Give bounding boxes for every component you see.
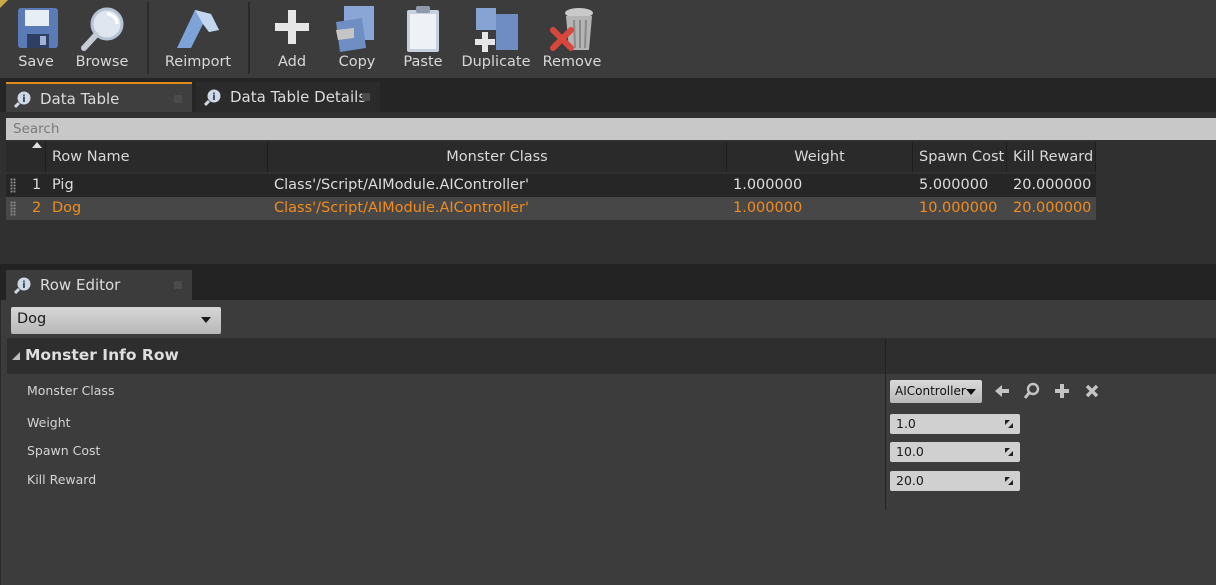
tab-data-table-details[interactable]: i Data Table Details — [196, 82, 380, 112]
weight-cell: 1.000000 — [733, 177, 803, 193]
collapse-arrow-icon — [12, 352, 20, 360]
chevron-down-icon — [201, 317, 211, 323]
row-name-cell: Dog — [52, 200, 82, 216]
class-picker-value: AIController — [895, 384, 966, 398]
magnifier-info-icon: i — [14, 91, 31, 108]
plus-icon[interactable] — [1053, 382, 1071, 400]
save-button[interactable]: Save — [8, 0, 64, 78]
duplicate-icon — [475, 8, 518, 52]
monster-class-cell: Class'/Script/AIModule.AIController' — [274, 177, 529, 193]
kill-reward-cell: 20.000000 — [1013, 177, 1092, 193]
spawn-cost-field[interactable]: 10.0 — [890, 442, 1020, 462]
reimport-icon — [177, 10, 219, 48]
sort-ascending-icon — [32, 142, 42, 148]
document-tab-bar: i Data Table i Data Table Details — [0, 78, 1216, 114]
magnifier-info-icon: i — [14, 277, 31, 294]
use-selected-arrow-icon[interactable] — [993, 382, 1011, 400]
row-editor-panel: Dog Monster Info Row Monster Class AICon… — [0, 300, 1216, 585]
paste-button[interactable]: Paste — [398, 0, 448, 78]
duplicate-button[interactable]: Duplicate — [460, 0, 532, 78]
column-header-monster-class[interactable]: Monster Class — [268, 142, 727, 172]
reimport-button[interactable]: Reimport — [162, 0, 234, 78]
magnifier-info-icon: i — [204, 89, 221, 106]
row-select-value: Dog — [17, 311, 47, 327]
search-input[interactable] — [6, 118, 1216, 140]
column-header-spawn-cost[interactable]: Spawn Cost — [913, 142, 1007, 172]
table-row-selected[interactable]: 2 Dog Class'/Script/AIModule.AIControlle… — [6, 197, 1096, 220]
tab-close-icon[interactable] — [174, 95, 182, 103]
tab-data-table-details-label: Data Table Details — [230, 88, 367, 106]
drag-handle-icon[interactable] — [10, 201, 16, 216]
remove-label: Remove — [542, 54, 602, 70]
spawn-cost-value: 10.0 — [896, 444, 924, 459]
svg-text:i: i — [22, 280, 25, 291]
copy-button[interactable]: Copy — [330, 0, 384, 78]
tab-close-icon[interactable] — [174, 281, 182, 289]
column-header-kill-reward[interactable]: Kill Reward — [1007, 142, 1096, 172]
table-row[interactable]: 1 Pig Class'/Script/AIModule.AIControlle… — [6, 174, 1096, 197]
sort-header-cell[interactable] — [6, 142, 46, 172]
kill-reward-value: 20.0 — [896, 473, 924, 488]
remove-button[interactable]: Remove — [542, 0, 602, 78]
row-name-cell: Pig — [52, 177, 74, 193]
property-label-weight: Weight — [27, 415, 71, 430]
spin-drag-icon[interactable] — [1004, 447, 1014, 457]
spin-drag-icon[interactable] — [1004, 419, 1014, 429]
clear-x-icon[interactable] — [1083, 382, 1101, 400]
corner-marker — [0, 0, 8, 8]
weight-value: 1.0 — [896, 416, 916, 431]
toolbar-separator — [147, 2, 149, 74]
weight-cell: 1.000000 — [733, 200, 803, 216]
monster-class-cell: Class'/Script/AIModule.AIController' — [274, 200, 529, 216]
save-label: Save — [18, 54, 54, 70]
browse-label: Browse — [75, 54, 129, 70]
toolbar: Save Browse Reimport Add Copy Paste Dupl… — [0, 0, 1216, 78]
weight-field[interactable]: 1.0 — [890, 414, 1020, 434]
tab-close-icon[interactable] — [362, 93, 370, 101]
duplicate-label: Duplicate — [461, 54, 531, 70]
kill-reward-cell: 20.000000 — [1013, 200, 1092, 216]
browse-button[interactable]: Browse — [72, 0, 132, 78]
drag-handle-icon[interactable] — [10, 178, 16, 193]
svg-text:i: i — [22, 94, 25, 105]
spin-drag-icon[interactable] — [1004, 476, 1014, 486]
data-table-panel: Row Name Monster Class Weight Spawn Cost… — [0, 112, 1216, 264]
reimport-label: Reimport — [164, 54, 232, 70]
magnifier-icon — [81, 7, 124, 51]
plus-icon — [275, 10, 309, 44]
copy-icon — [336, 6, 374, 52]
row-editor-tab-bar: i Row Editor — [0, 264, 1216, 300]
property-column-splitter[interactable] — [885, 338, 886, 510]
chevron-down-icon — [966, 389, 976, 395]
column-header-weight[interactable]: Weight — [727, 142, 913, 172]
tab-row-editor-label: Row Editor — [40, 276, 121, 294]
tab-data-table-label: Data Table — [40, 90, 120, 108]
row-select-dropdown[interactable]: Dog — [11, 307, 221, 334]
spawn-cost-cell: 5.000000 — [919, 177, 989, 193]
tab-data-table[interactable]: i Data Table — [6, 82, 192, 114]
clipboard-icon — [407, 6, 439, 52]
add-label: Add — [277, 54, 307, 70]
column-header-row-name[interactable]: Row Name — [46, 142, 268, 172]
trash-remove-icon — [550, 8, 593, 51]
property-label-monster-class: Monster Class — [27, 383, 115, 398]
category-title: Monster Info Row — [25, 346, 179, 364]
svg-text:i: i — [212, 92, 215, 103]
property-label-spawn-cost: Spawn Cost — [27, 443, 101, 458]
kill-reward-field[interactable]: 20.0 — [890, 471, 1020, 491]
class-picker-dropdown[interactable]: AIController — [890, 380, 982, 403]
add-button[interactable]: Add — [266, 0, 318, 78]
save-icon — [18, 8, 58, 48]
spawn-cost-cell: 10.000000 — [919, 200, 998, 216]
tab-row-editor[interactable]: i Row Editor — [6, 270, 192, 300]
paste-label: Paste — [403, 54, 443, 70]
property-label-kill-reward: Kill Reward — [27, 472, 97, 487]
row-index: 2 — [32, 200, 42, 216]
toolbar-separator — [248, 2, 250, 74]
copy-label: Copy — [338, 54, 376, 70]
row-index: 1 — [32, 177, 42, 193]
category-header[interactable]: Monster Info Row — [7, 338, 1216, 374]
browse-search-icon[interactable] — [1023, 382, 1041, 400]
